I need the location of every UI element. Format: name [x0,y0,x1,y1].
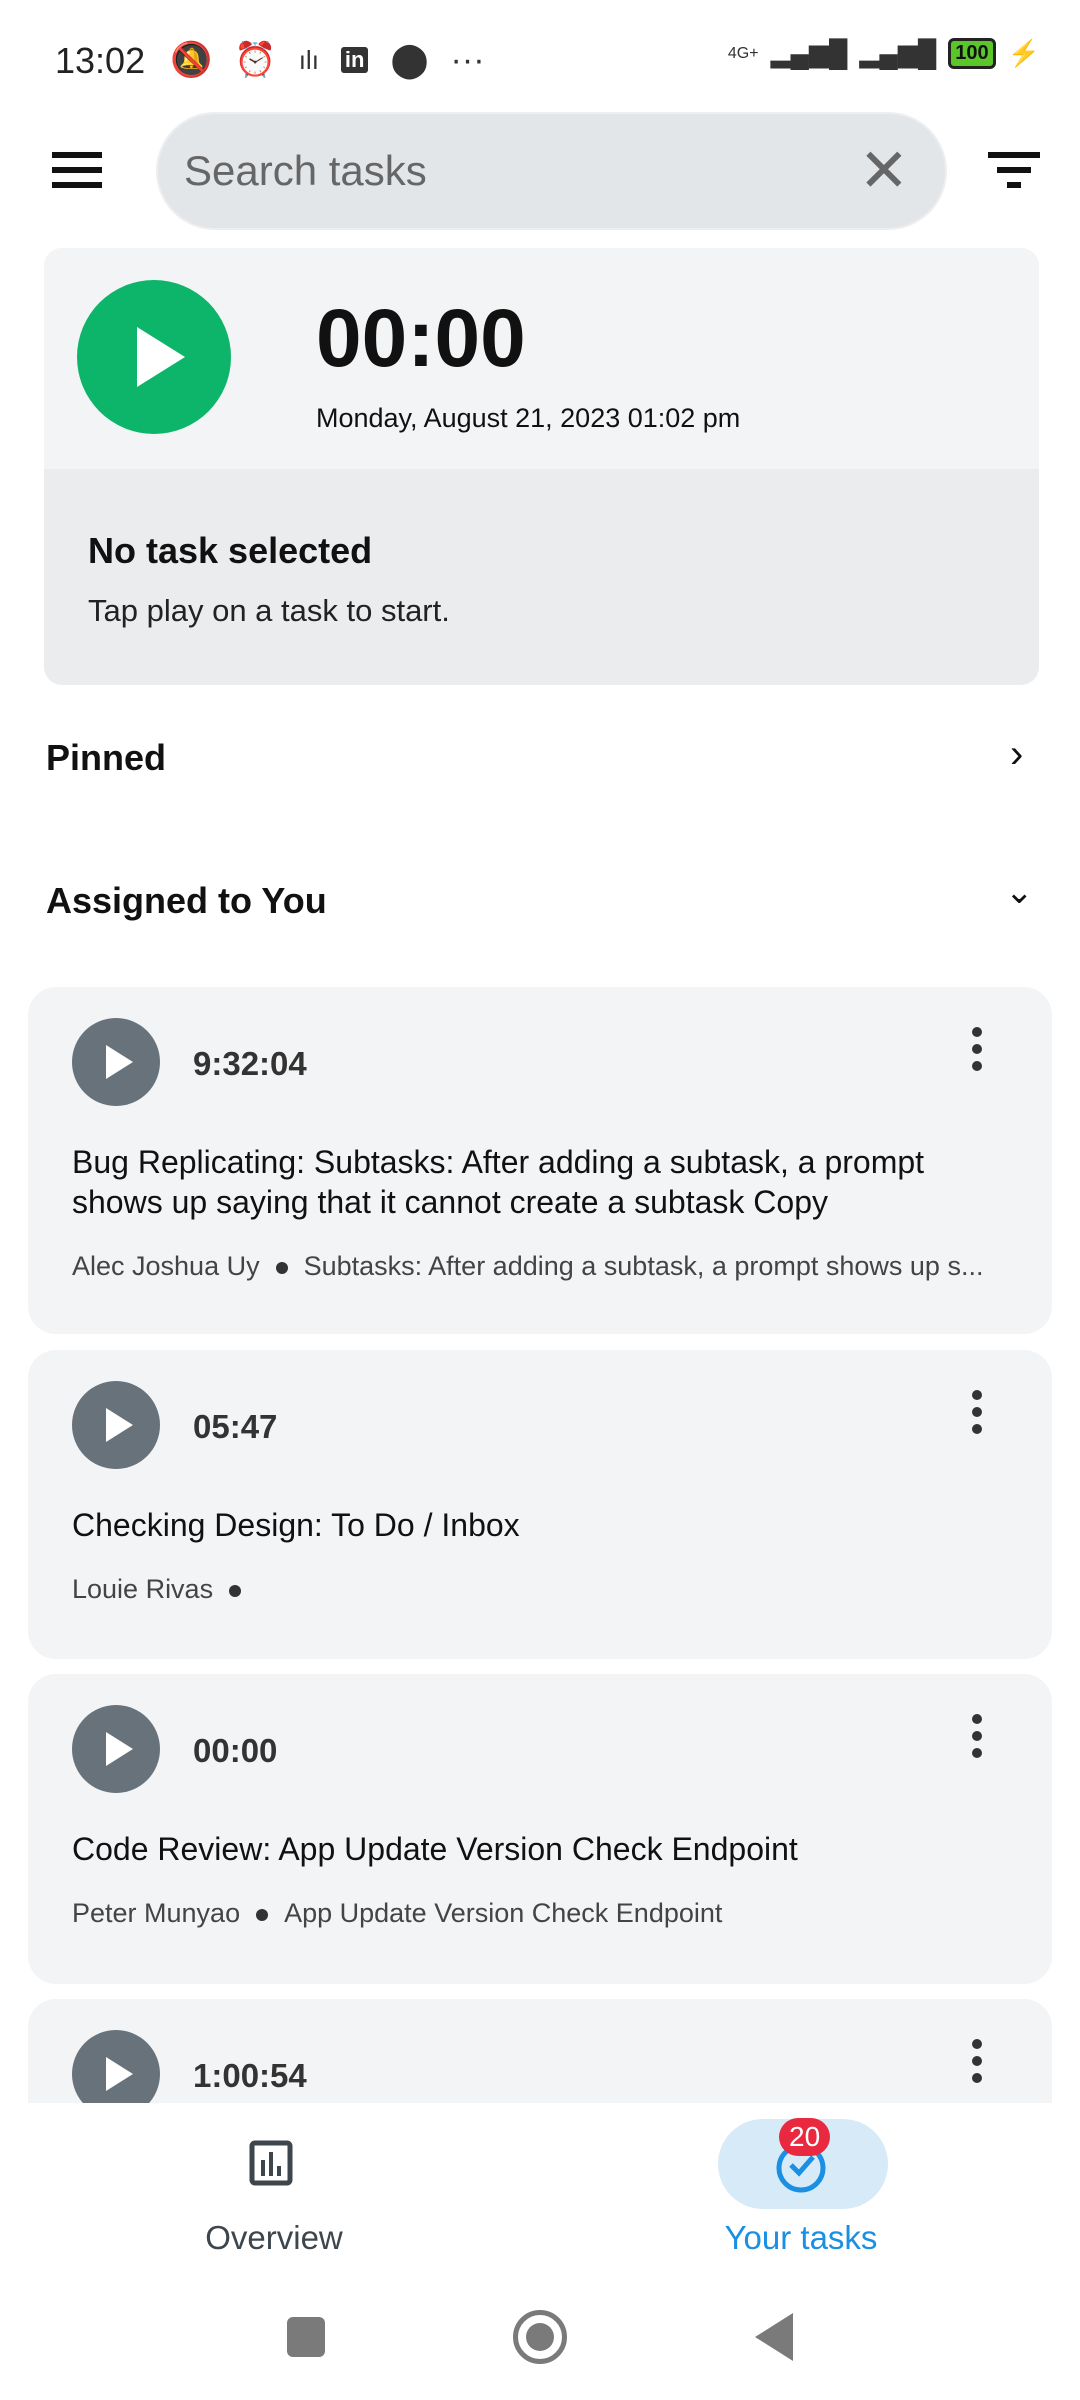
task-time: 00:00 [193,1732,278,1769]
more-options-icon[interactable] [972,1714,982,1765]
task-parent: Subtasks: After adding a subtask, a prom… [303,1251,984,1281]
task-title: Checking Design: To Do / Inbox [72,1507,520,1543]
network-type: 4G+ [727,44,759,62]
task-card[interactable]: 9:32:04 Bug Replicating: Subtasks: After… [28,987,1052,1334]
tab-overview-label: Overview [205,2219,343,2256]
home-button[interactable] [513,2310,567,2364]
task-title: Code Review: App Update Version Check En… [72,1831,798,1867]
tab-overview[interactable]: Overview [124,2103,424,2283]
clear-search-icon[interactable]: ✕ [859,136,909,206]
tab-your-tasks[interactable]: 20 Your tasks [651,2103,951,2283]
task-count-badge: 20 [779,2118,831,2156]
more-icon: ··· [450,40,485,79]
status-bar: 13:02 🔕 ⏰ ılı in ⬤ ··· 4G+ ▂▄▆█ ▂▄▆█ 100… [0,0,1080,110]
chevron-right-icon[interactable]: › [1010,732,1023,777]
play-timer-button[interactable] [77,280,231,434]
tab-your-tasks-label: Your tasks [724,2219,878,2256]
search-bar: ✕ [156,112,947,230]
play-task-button[interactable] [72,1705,160,1793]
timer-elapsed: 00:00 [316,293,526,384]
linkedin-icon: in [340,47,369,73]
pinned-header[interactable]: Pinned [46,737,166,779]
alarm-icon: ⏰ [234,41,277,79]
no-task-hint: Tap play on a task to start. [88,593,450,628]
filter-button[interactable] [988,152,1040,197]
bottom-navigation: Overview 20 Your tasks [0,2103,1080,2283]
charging-icon: ⚡ [1007,38,1040,68]
signal-icon: ▂▄▆█ [770,38,848,68]
signal-icon-2: ▂▄▆█ [859,38,937,68]
task-assignee: Louie Rivas [72,1574,214,1604]
no-task-title: No task selected [88,530,373,571]
task-time: 9:32:04 [193,1045,307,1082]
task-title: Bug Replicating: Subtasks: After adding … [72,1144,925,1220]
search-input[interactable] [184,114,824,228]
timer-date: Monday, August 21, 2023 01:02 pm [316,403,741,433]
back-button[interactable] [755,2313,793,2361]
status-time: 13:02 [55,40,146,81]
assigned-header[interactable]: Assigned to You [46,880,327,922]
task-assignee: Peter Munyao [72,1898,241,1928]
chevron-down-icon[interactable]: ⌄ [1005,872,1034,912]
task-parent: App Update Version Check Endpoint [284,1898,723,1928]
task-assignee: Alec Joshua Uy [72,1251,260,1281]
location-icon: ⬤ [390,41,429,79]
chart-icon [249,2140,293,2186]
play-task-button[interactable] [72,1381,160,1469]
mute-icon: 🔕 [170,41,213,79]
more-options-icon[interactable] [972,1390,982,1441]
menu-button[interactable] [52,152,102,188]
more-options-icon[interactable] [972,2039,982,2090]
more-options-icon[interactable] [972,1027,982,1078]
timer-card: 00:00 Monday, August 21, 2023 01:02 pm N… [44,248,1039,685]
recents-button[interactable] [287,2317,325,2357]
play-task-button[interactable] [72,1018,160,1106]
task-time: 1:00:54 [193,2057,307,2094]
task-time: 05:47 [193,1408,278,1445]
task-card[interactable]: 05:47 Checking Design: To Do / Inbox Lou… [28,1350,1052,1659]
task-card[interactable]: 00:00 Code Review: App Update Version Ch… [28,1674,1052,1984]
system-navigation [0,2283,1080,2400]
battery-icon: 100 [948,38,996,69]
voice-icon: ılı [298,44,319,75]
